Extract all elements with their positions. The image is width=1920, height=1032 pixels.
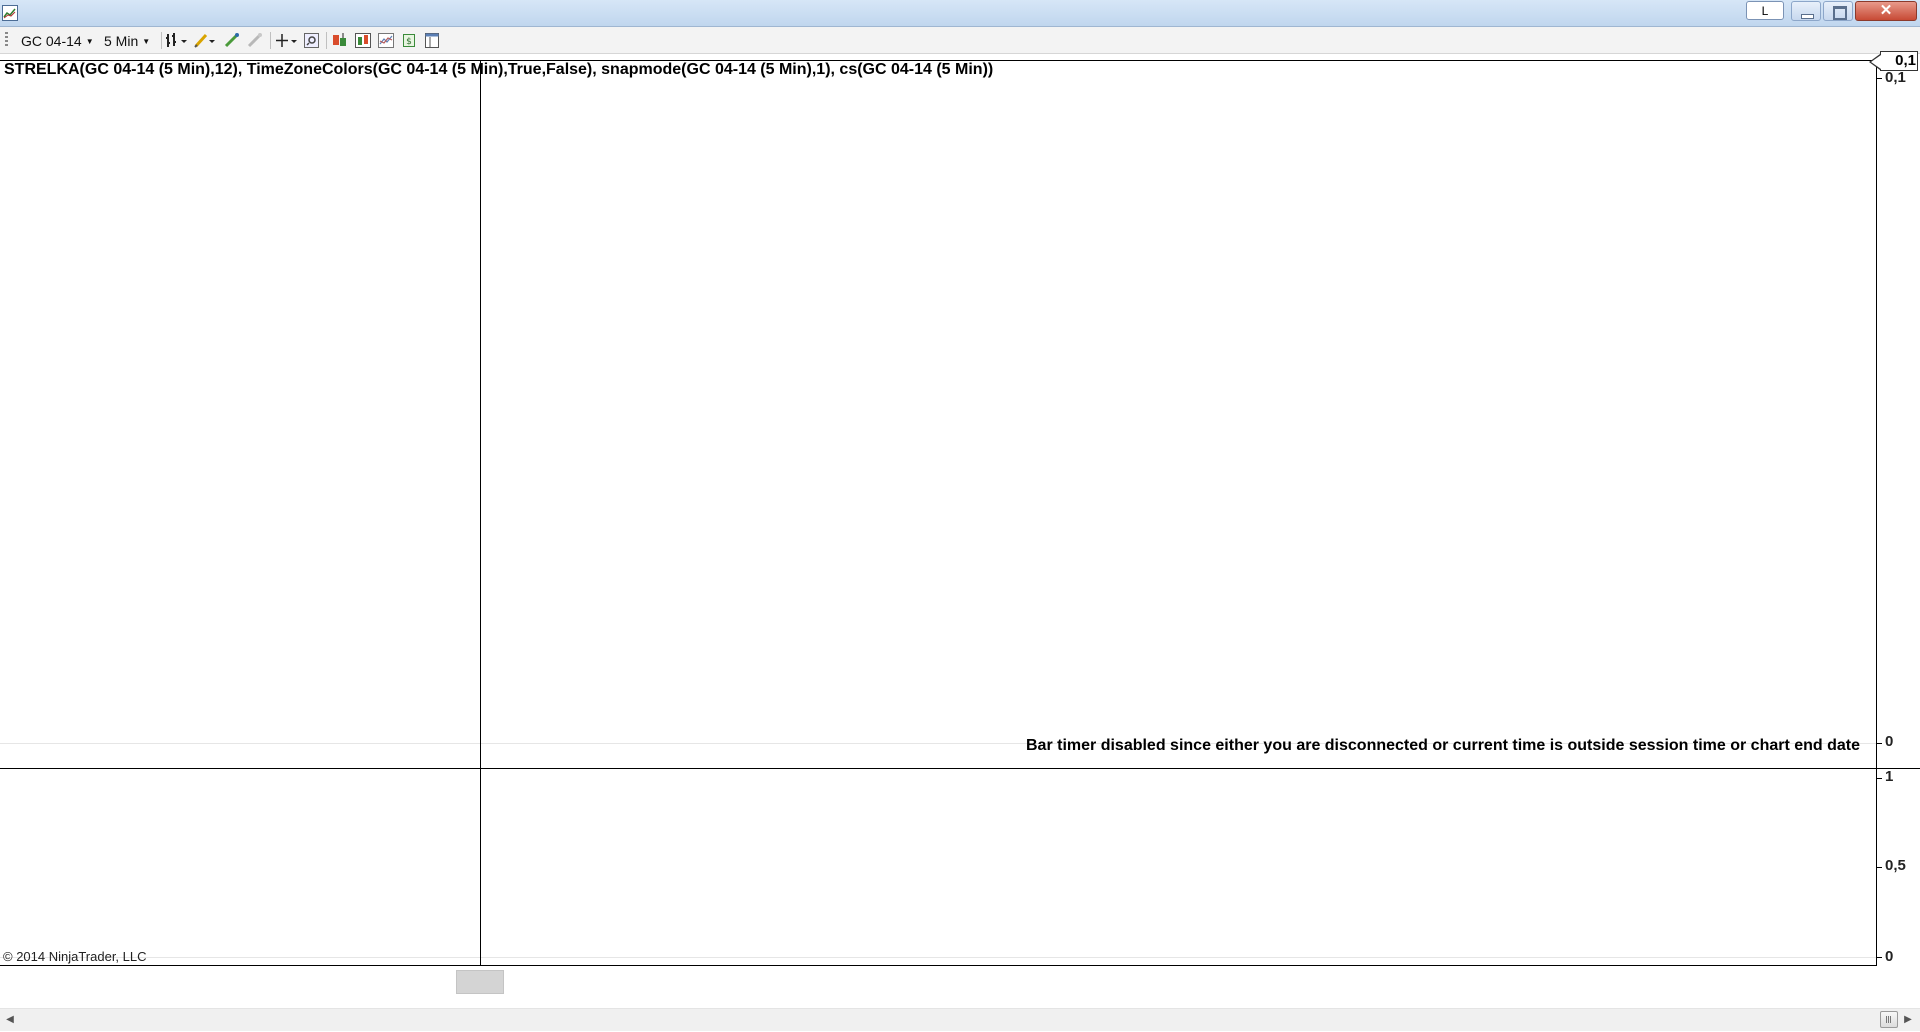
toolbar-divider xyxy=(270,32,271,49)
chart-app-icon[interactable] xyxy=(2,5,18,21)
title-bar: L ✕ xyxy=(0,0,1920,27)
data-series-icon[interactable] xyxy=(354,32,372,49)
chart-style-icon[interactable] xyxy=(165,32,189,49)
panel-separator[interactable] xyxy=(0,768,1920,769)
chart-toolbar: GC 04-14 ▼ 5 Min ▼ $ xyxy=(0,27,1920,54)
vertical-crosshair-line xyxy=(480,60,481,966)
pencil-icon[interactable] xyxy=(223,32,241,49)
scroll-right-arrow-icon[interactable]: ▶ xyxy=(1900,1012,1916,1028)
drawing-tools-icon[interactable] xyxy=(193,32,217,49)
toolbar-grip[interactable] xyxy=(5,32,8,48)
eraser-icon[interactable] xyxy=(246,32,264,49)
price-axis-border xyxy=(1876,60,1877,966)
chevron-down-icon: ▼ xyxy=(85,37,94,46)
copyright-text: © 2014 NinjaTrader, LLC xyxy=(3,949,147,964)
chevron-down-icon: ▼ xyxy=(142,37,151,46)
interval-label: 5 Min xyxy=(104,33,139,49)
crosshair-icon[interactable] xyxy=(275,32,299,49)
axis-label: 0,5 xyxy=(1885,857,1906,874)
toolbar-divider xyxy=(326,32,327,49)
interval-selector[interactable]: 5 Min ▼ xyxy=(104,32,150,50)
indicator-label: STRELKA(GC 04-14 (5 Min),12), TimeZoneCo… xyxy=(4,61,994,78)
close-button[interactable]: ✕ xyxy=(1855,1,1917,21)
properties-icon[interactable] xyxy=(423,32,441,49)
instrument-selector[interactable]: GC 04-14 ▼ xyxy=(21,32,94,50)
axis-label: 0 xyxy=(1885,948,1894,965)
axis-tick xyxy=(1877,867,1882,868)
axis-tick xyxy=(1877,743,1882,744)
maximize-button[interactable] xyxy=(1823,1,1853,21)
layout-button[interactable]: L xyxy=(1746,1,1784,20)
indicators-icon[interactable] xyxy=(377,32,395,49)
axis-label: 0 xyxy=(1885,733,1894,750)
lower-zero-gridline xyxy=(0,957,1876,958)
axis-label: 1 xyxy=(1885,768,1894,785)
svg-text:$: $ xyxy=(406,37,412,47)
horizontal-scrollbar[interactable]: ◀ ▶ xyxy=(0,1008,1920,1031)
lower-panel-bottom-border xyxy=(0,965,1877,966)
axis-tick xyxy=(1877,957,1882,958)
scroll-left-arrow-icon[interactable]: ◀ xyxy=(2,1012,18,1028)
bar-timer-message: Bar timer disabled since either you are … xyxy=(1026,737,1861,754)
instrument-label: GC 04-14 xyxy=(21,33,82,49)
axis-label: 0,1 xyxy=(1885,69,1906,86)
axis-tick xyxy=(1877,778,1882,779)
scroll-thumb[interactable] xyxy=(1880,1011,1898,1028)
last-price-marker: 0,1 xyxy=(1869,51,1918,71)
minimize-button[interactable] xyxy=(1791,1,1821,21)
strategy-icon[interactable]: $ xyxy=(400,32,418,49)
time-axis-drag-handle[interactable] xyxy=(456,970,504,994)
toolbar-divider xyxy=(161,32,162,49)
axis-tick xyxy=(1877,78,1882,79)
zoom-icon[interactable] xyxy=(303,32,321,49)
add-instrument-icon[interactable] xyxy=(331,32,349,49)
